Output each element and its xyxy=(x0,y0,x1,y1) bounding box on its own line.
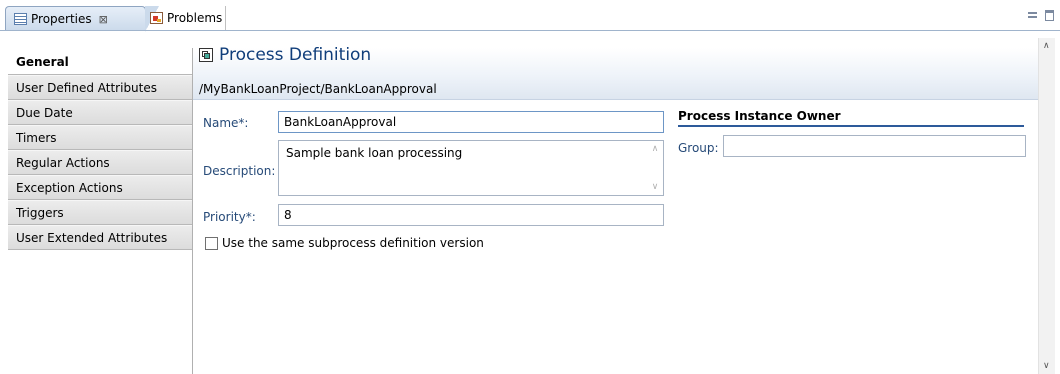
page-title-text: Process Definition xyxy=(219,45,372,65)
group-field[interactable] xyxy=(723,135,1026,157)
section-header: Process Definition /MyBankLoanProject/Ba… xyxy=(193,45,1038,100)
view-tab-bar: Properties ⊠ Problems xyxy=(0,0,1060,32)
group-label: Group: xyxy=(678,141,719,155)
description-label: Description: xyxy=(203,164,276,178)
name-field[interactable]: BankLoanApproval xyxy=(278,111,664,133)
sidebar-item-label: User Extended Attributes xyxy=(16,230,168,245)
sidebar-item-user-defined-attributes[interactable]: User Defined Attributes xyxy=(8,75,192,100)
description-scrollbar[interactable]: ∧ ∨ xyxy=(649,143,661,195)
checkbox-label: Use the same subprocess definition versi… xyxy=(222,236,484,250)
tab-problems-label: Problems xyxy=(167,11,223,25)
problems-icon xyxy=(150,12,163,24)
priority-field[interactable]: 8 xyxy=(278,204,664,226)
minimize-icon[interactable] xyxy=(1028,12,1037,18)
sidebar-item-label: General xyxy=(16,54,69,69)
sidebar-item-exception-actions[interactable]: Exception Actions xyxy=(8,175,192,200)
checkbox-box[interactable] xyxy=(205,236,218,250)
resource-path: /MyBankLoanProject/BankLoanApproval xyxy=(199,82,437,96)
section-divider xyxy=(678,125,1024,127)
maximize-icon[interactable] xyxy=(1045,10,1054,21)
process-definition-icon xyxy=(199,48,213,62)
properties-tab-list: General User Defined Attributes Due Date… xyxy=(8,48,193,374)
same-subprocess-version-checkbox[interactable]: Use the same subprocess definition versi… xyxy=(205,236,484,250)
sidebar-item-general[interactable]: General xyxy=(8,48,192,75)
tab-problems[interactable]: Problems xyxy=(150,6,226,30)
sidebar-item-user-extended-attributes[interactable]: User Extended Attributes xyxy=(8,225,192,250)
sidebar-item-label: Regular Actions xyxy=(16,155,110,170)
general-properties-panel: Process Definition /MyBankLoanProject/Ba… xyxy=(193,45,1038,374)
description-field[interactable]: Sample bank loan processing ∧ ∨ xyxy=(278,140,664,196)
process-instance-owner-title: Process Instance Owner xyxy=(678,109,841,123)
sidebar-item-label: User Defined Attributes xyxy=(16,80,158,95)
scroll-up-icon: ∧ xyxy=(651,144,659,154)
description-text: Sample bank loan processing xyxy=(286,146,463,160)
scroll-down-icon: ∨ xyxy=(651,182,659,192)
tab-properties-label: Properties xyxy=(31,12,92,26)
page-title: Process Definition xyxy=(199,45,371,65)
sidebar-item-label: Timers xyxy=(16,130,57,145)
view-controls xyxy=(1011,10,1054,21)
sidebar-item-triggers[interactable]: Triggers xyxy=(8,200,192,225)
view-menu-icon[interactable] xyxy=(1011,10,1021,19)
tab-properties[interactable]: Properties ⊠ xyxy=(5,6,159,32)
priority-label: Priority*: xyxy=(203,210,256,224)
sidebar-item-regular-actions[interactable]: Regular Actions xyxy=(8,150,192,175)
table-icon xyxy=(14,13,27,25)
sidebar-item-label: Triggers xyxy=(16,205,64,220)
name-label: Name*: xyxy=(203,116,249,130)
scroll-up-icon[interactable]: ∧ xyxy=(1043,41,1050,51)
vertical-scrollbar[interactable]: ∧ ∨ xyxy=(1038,38,1055,374)
sidebar-item-label: Due Date xyxy=(16,105,73,120)
scroll-down-icon[interactable]: ∨ xyxy=(1043,361,1050,371)
sidebar-item-timers[interactable]: Timers xyxy=(8,125,192,150)
tab-bar-divider xyxy=(0,30,1060,31)
close-icon[interactable]: ⊠ xyxy=(99,13,108,26)
sidebar-item-label: Exception Actions xyxy=(16,180,123,195)
sidebar-item-due-date[interactable]: Due Date xyxy=(8,100,192,125)
